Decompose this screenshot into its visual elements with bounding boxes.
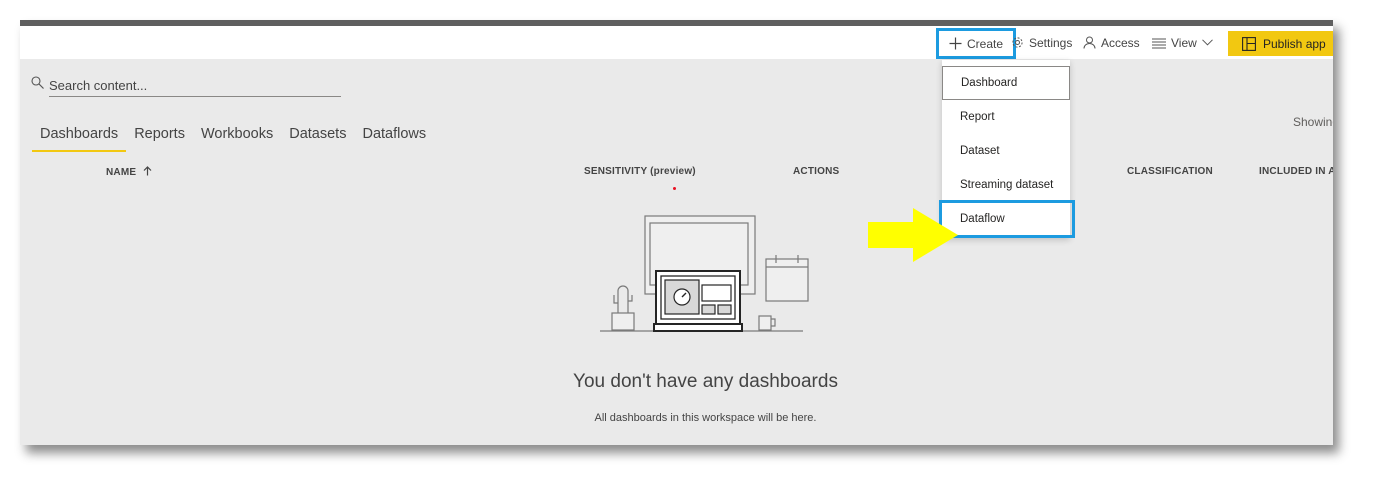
create-button[interactable]: Create [936,28,1016,59]
app-window: Create Settings Access View Publish app … [20,20,1333,445]
create-menu-report[interactable]: Report [942,100,1070,133]
access-button[interactable]: Access [1083,26,1140,59]
chevron-down-icon [1201,39,1213,46]
create-label: Create [966,36,1004,51]
pointer-arrow [868,208,958,262]
column-header-included[interactable]: INCLUDED IN APP [1259,166,1333,177]
person-icon [1083,36,1096,49]
showing-text: Showing [1293,115,1333,129]
tab-datasets[interactable]: Datasets [281,124,354,152]
view-label: View [1171,35,1197,50]
tab-reports[interactable]: Reports [126,124,193,152]
tab-workbooks[interactable]: Workbooks [193,124,281,152]
gear-icon [1012,37,1023,48]
column-header-classification[interactable]: CLASSIFICATION [1127,166,1213,177]
column-header-sensitivity[interactable]: SENSITIVITY (preview) [584,166,696,177]
plus-icon [949,37,962,50]
column-name-label: NAME [106,167,137,178]
empty-state-title: You don't have any dashboards [573,371,838,392]
search-icon [31,76,44,89]
access-label: Access [1101,35,1140,50]
create-menu-dataset[interactable]: Dataset [942,134,1070,167]
search-input[interactable] [49,74,341,97]
create-menu: Dashboard Report Dataset Streaming datas… [939,60,1075,238]
app-grid-icon [1242,36,1256,51]
sensitivity-indicator [673,187,676,190]
create-menu-streaming-dataset[interactable]: Streaming dataset [942,168,1070,201]
content-tabs: Dashboards Reports Workbooks Datasets Da… [32,124,434,154]
publish-label: Publish app [1263,36,1326,51]
publish-app-button[interactable]: Publish app [1228,31,1333,56]
settings-label: Settings [1029,35,1073,50]
tab-dataflows[interactable]: Dataflows [354,124,434,152]
arrow-up-icon [143,166,152,176]
search-box [31,74,341,98]
settings-button[interactable]: Settings [1011,26,1072,59]
tab-dashboards[interactable]: Dashboards [32,124,127,152]
view-button[interactable]: View [1152,26,1213,59]
empty-dashboard-illustration [600,215,809,332]
column-header-name[interactable]: NAME [106,166,152,178]
create-menu-dashboard[interactable]: Dashboard [942,66,1070,100]
column-header-actions[interactable]: ACTIONS [793,166,839,177]
command-bar: Create Settings Access View Publish app [20,26,1333,59]
list-icon [1152,38,1166,48]
empty-state-subtitle: All dashboards in this workspace will be… [594,412,817,424]
